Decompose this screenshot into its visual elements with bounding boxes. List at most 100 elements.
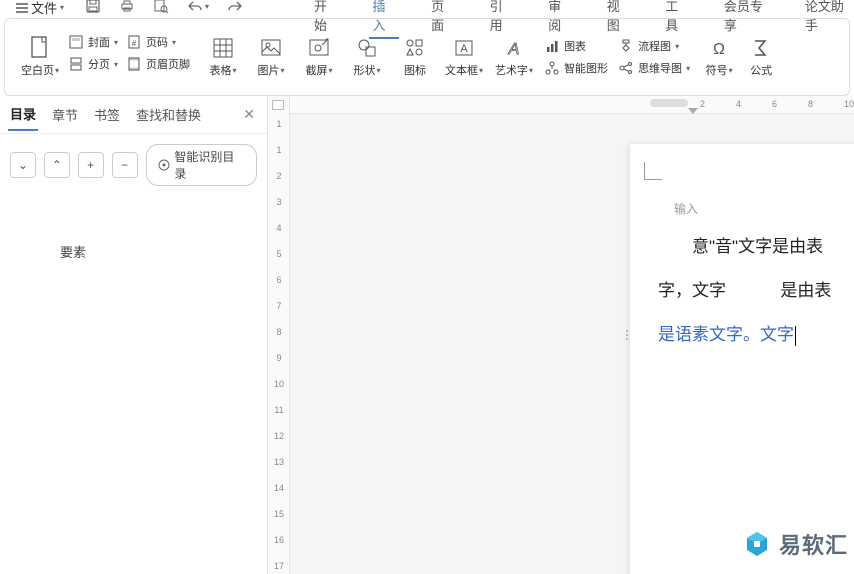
ruler-slider[interactable] bbox=[650, 99, 688, 107]
page-break-button[interactable]: 分页▾ bbox=[65, 54, 121, 74]
text-cursor bbox=[795, 326, 796, 346]
blank-page-button[interactable]: 空白页▾ bbox=[17, 32, 63, 82]
mindmap-label: 思维导图 bbox=[638, 60, 682, 76]
cover-label: 封面 bbox=[88, 34, 110, 50]
document-page[interactable]: 输入 意"音"文字是由表 字，文字是由表 是语素文字。文字 bbox=[630, 144, 854, 574]
vruler-tick: 16 bbox=[268, 530, 290, 550]
watermark: 易软汇 bbox=[743, 528, 848, 560]
header-footer-label: 页眉页脚 bbox=[146, 56, 190, 72]
flowchart-button[interactable]: 流程图▾ bbox=[615, 36, 693, 56]
chart-label: 图表 bbox=[564, 38, 586, 54]
sidetab-toc[interactable]: 目录 bbox=[8, 98, 38, 131]
vruler-tick: 13 bbox=[268, 452, 290, 472]
minus-icon: − bbox=[121, 158, 128, 172]
text-line-2b: 是由表 bbox=[780, 281, 831, 300]
vruler-tick: 7 bbox=[268, 296, 290, 316]
chart-button[interactable]: 图表 bbox=[541, 36, 611, 56]
page-corner-mark bbox=[644, 162, 662, 180]
smartart-button[interactable]: 智能图形 bbox=[541, 58, 611, 78]
file-menu-label: 文件 bbox=[31, 0, 57, 17]
shape-icon bbox=[355, 36, 379, 60]
smartart-icon bbox=[544, 60, 560, 76]
hruler-tick: 6 bbox=[772, 99, 777, 109]
ruler-corner bbox=[272, 100, 284, 110]
symbol-button[interactable]: Ω 符号▾ bbox=[697, 32, 741, 82]
menu-icon bbox=[16, 3, 28, 13]
redo-icon[interactable] bbox=[227, 0, 243, 12]
target-icon bbox=[157, 158, 171, 172]
undo-icon[interactable] bbox=[187, 0, 203, 12]
cover-button[interactable]: 封面▾ bbox=[65, 32, 121, 52]
vruler-tick: 4 bbox=[268, 218, 290, 238]
page-number-label: 页码 bbox=[146, 34, 168, 50]
equation-icon bbox=[749, 36, 773, 60]
print-icon[interactable] bbox=[119, 0, 135, 14]
remove-button[interactable]: − bbox=[112, 152, 138, 178]
document-body[interactable]: 意"音"文字是由表 字，文字 是由表 是语素文字。文字 bbox=[658, 225, 854, 358]
chevron-down-icon: ▾ bbox=[55, 66, 59, 75]
expand-button[interactable]: ⌄ bbox=[10, 152, 36, 178]
add-button[interactable]: + bbox=[78, 152, 104, 178]
save-icon[interactable] bbox=[85, 0, 101, 14]
equation-button[interactable]: 公式 bbox=[745, 32, 777, 82]
tab-thesis[interactable]: 论文助手 bbox=[801, 0, 854, 39]
sidetab-find-replace[interactable]: 查找和替换 bbox=[134, 99, 203, 130]
textbox-button[interactable]: A 文本框▾ bbox=[441, 32, 487, 82]
wordart-icon: A bbox=[502, 36, 526, 60]
sidetab-bookmarks[interactable]: 书签 bbox=[92, 99, 122, 130]
screenshot-label: 截屏 bbox=[306, 62, 328, 78]
print-preview-icon[interactable] bbox=[153, 0, 169, 14]
tab-references[interactable]: 引用 bbox=[486, 0, 517, 39]
header-footer-button[interactable]: 页眉页脚 bbox=[123, 54, 193, 74]
vruler-tick: 14 bbox=[268, 478, 290, 498]
chevron-down-icon: ⌄ bbox=[18, 158, 28, 172]
collapse-button[interactable]: ⌃ bbox=[44, 152, 70, 178]
margin-marker[interactable] bbox=[688, 108, 698, 114]
table-button[interactable]: 表格▾ bbox=[201, 32, 245, 82]
cover-icon bbox=[68, 34, 84, 50]
tab-view[interactable]: 视图 bbox=[603, 0, 634, 39]
smart-toc-label: 智能识别目录 bbox=[174, 148, 246, 182]
tab-page[interactable]: 页面 bbox=[427, 0, 458, 39]
vruler-tick: 12 bbox=[268, 426, 290, 446]
vruler-tick: 8 bbox=[268, 322, 290, 342]
textbox-label: 文本框 bbox=[445, 62, 478, 78]
picture-icon bbox=[259, 36, 283, 60]
page-number-button[interactable]: # 页码▾ bbox=[123, 32, 193, 52]
vruler-tick: 2 bbox=[268, 166, 290, 186]
text-line-2a: 字，文字 bbox=[658, 281, 726, 300]
horizontal-ruler: 246810 bbox=[290, 96, 854, 114]
text-line-3: 是语素文字。文字 bbox=[658, 325, 794, 344]
shape-button[interactable]: 形状▾ bbox=[345, 32, 389, 82]
icon-button[interactable]: 图标 bbox=[393, 32, 437, 82]
icon-label: 图标 bbox=[404, 62, 426, 78]
svg-text:Ω: Ω bbox=[713, 41, 725, 58]
close-icon: ✕ bbox=[243, 106, 255, 122]
file-menu[interactable]: 文件 ▾ bbox=[8, 0, 72, 17]
mindmap-button[interactable]: 思维导图▾ bbox=[615, 58, 693, 78]
chevron-up-icon: ⌃ bbox=[52, 158, 62, 172]
toc-item[interactable]: 要素 bbox=[20, 236, 247, 267]
tab-review[interactable]: 审阅 bbox=[544, 0, 575, 39]
screenshot-button[interactable]: 截屏▾ bbox=[297, 32, 341, 82]
navigation-pane: 目录 章节 书签 查找和替换 ✕ ⌄ ⌃ + − 智能识别目录 要素 bbox=[0, 96, 268, 574]
wordart-button[interactable]: A 艺术字▾ bbox=[491, 32, 537, 82]
svg-text:A: A bbox=[508, 41, 520, 58]
tab-tools[interactable]: 工具 bbox=[661, 0, 692, 39]
text-line-1: 意"音"文字是由表 bbox=[692, 237, 823, 256]
smart-toc-button[interactable]: 智能识别目录 bbox=[146, 144, 258, 186]
chart-icon bbox=[544, 38, 560, 54]
sidepanel-close-button[interactable]: ✕ bbox=[239, 106, 259, 123]
hruler-tick: 10 bbox=[844, 99, 854, 109]
tab-insert[interactable]: 插入 bbox=[369, 0, 400, 39]
blank-page-icon bbox=[28, 36, 52, 60]
undo-dropdown[interactable]: ▾ bbox=[205, 2, 209, 11]
picture-button[interactable]: 图片▾ bbox=[249, 32, 293, 82]
sidetab-chapters[interactable]: 章节 bbox=[50, 99, 80, 130]
hruler-tick: 8 bbox=[808, 99, 813, 109]
vertical-ruler: 1123456789101112131415161718 bbox=[268, 96, 290, 574]
tab-member[interactable]: 会员专享 bbox=[720, 0, 773, 39]
flowchart-label: 流程图 bbox=[638, 38, 671, 54]
tab-start[interactable]: 开始 bbox=[310, 0, 341, 39]
vruler-tick: 10 bbox=[268, 374, 290, 394]
